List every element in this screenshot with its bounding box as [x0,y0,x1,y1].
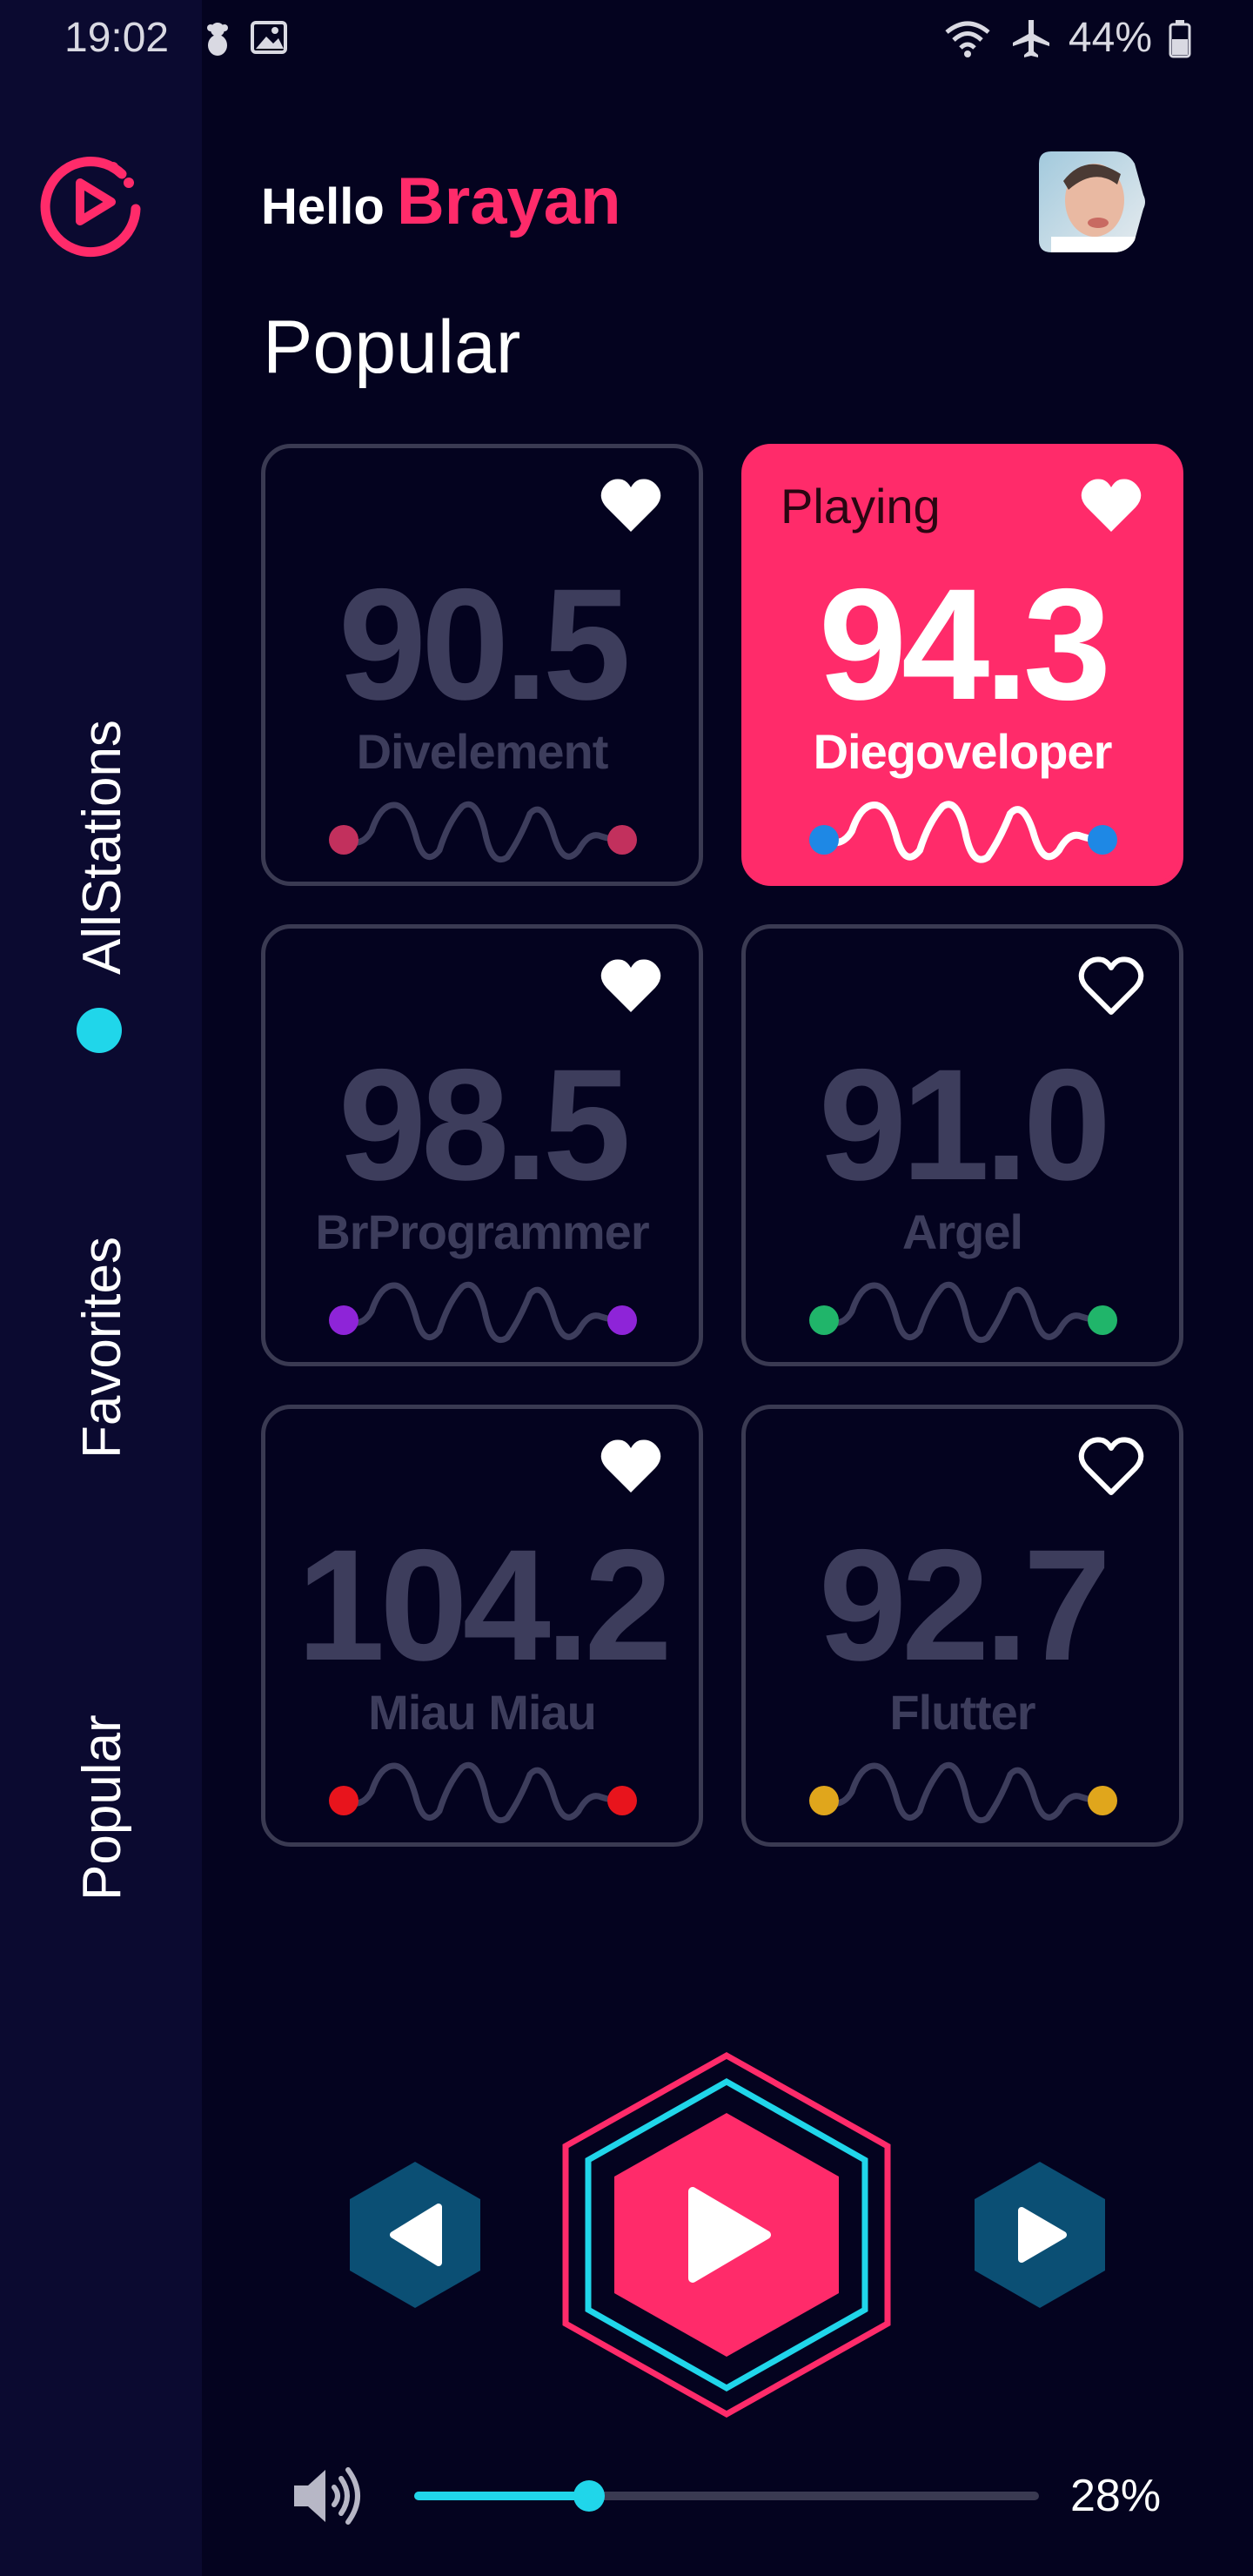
wave-endpoint-dot [329,1786,358,1815]
teddy-bear-icon [207,23,228,56]
wave-endpoint-dot [607,825,637,855]
greeting: Hello Brayan [261,164,621,239]
playing-label: Playing [781,479,941,533]
play-logo-icon[interactable] [37,148,146,258]
heart-filled-icon[interactable] [1078,474,1144,535]
station-frequency: 98.5 [338,1036,631,1213]
section-title: Popular [263,305,521,389]
heart-filled-icon[interactable] [598,955,664,1016]
battery-icon [1169,19,1191,57]
wave-graphic [329,801,637,863]
station-frequency: 94.3 [818,555,1111,733]
station-frequency: 90.5 [338,555,631,733]
station-name: Miau Miau [368,1685,597,1740]
battery-percent: 44% [1068,15,1152,61]
status-bar: 19:02 44% [0,0,1253,78]
wave-endpoint-dot [1088,1305,1117,1335]
airplane-icon [1012,19,1049,57]
wave-endpoint-dot [1088,825,1117,855]
wave-graphic [809,801,1117,863]
wave-graphic [809,1281,1117,1344]
next-button[interactable] [973,2160,1107,2310]
volume-slider-fill [414,2492,590,2500]
greeting-username: Brayan [396,164,621,238]
status-left-icons [198,17,294,65]
nav-item-favorites[interactable]: Favorites [71,1237,133,1459]
station-card[interactable]: 104.2 Miau Miau [261,1405,703,1847]
wave-endpoint-dot [329,1305,358,1335]
nav-item-popular[interactable]: Popular [71,1714,133,1901]
heart-outline-icon[interactable] [1078,1435,1144,1496]
status-time: 19:02 [64,15,170,61]
wave-graphic [329,1281,637,1344]
station-name: Argel [901,1204,1023,1259]
status-right: 44% [941,14,1192,62]
station-card[interactable]: 91.0 Argel [741,924,1183,1366]
wave-endpoint-dot [329,825,358,855]
station-name: BrProgrammer [315,1204,649,1259]
wifi-icon [945,21,990,57]
image-icon [251,21,287,54]
wave-endpoint-dot [607,1786,637,1815]
station-name: Diegoveloper [813,724,1113,779]
volume-icon[interactable] [291,2463,364,2529]
wave-graphic [809,1761,1117,1824]
volume-slider-thumb[interactable] [573,2480,606,2512]
heart-filled-icon[interactable] [598,1435,664,1496]
station-frequency: 91.0 [818,1036,1111,1213]
active-indicator-dot [77,1008,122,1053]
wave-endpoint-dot [809,1786,839,1815]
wave-endpoint-dot [1088,1786,1117,1815]
station-card[interactable]: Playing 94.3 Diegoveloper [741,444,1183,886]
wave-endpoint-dot [809,1305,839,1335]
heart-outline-icon[interactable] [1078,955,1144,1016]
nav-item-allstations[interactable]: AllStations [71,720,133,975]
greeting-hello: Hello [261,178,385,235]
station-frequency: 104.2 [297,1516,672,1694]
station-card[interactable]: 92.7 Flutter [741,1405,1183,1847]
wave-endpoint-dot [809,825,839,855]
station-card[interactable]: 90.5 Divelement [261,444,703,886]
play-button[interactable] [562,2052,891,2418]
wave-graphic [329,1761,637,1824]
volume-percent: 28% [1070,2471,1162,2521]
station-card[interactable]: 98.5 BrProgrammer [261,924,703,1366]
wave-endpoint-dot [607,1305,637,1335]
heart-filled-icon[interactable] [598,474,664,535]
station-frequency: 92.7 [818,1516,1111,1694]
station-name: Flutter [889,1685,1035,1740]
previous-button[interactable] [348,2160,482,2310]
station-name: Divelement [356,724,609,779]
user-avatar[interactable] [1034,146,1145,258]
